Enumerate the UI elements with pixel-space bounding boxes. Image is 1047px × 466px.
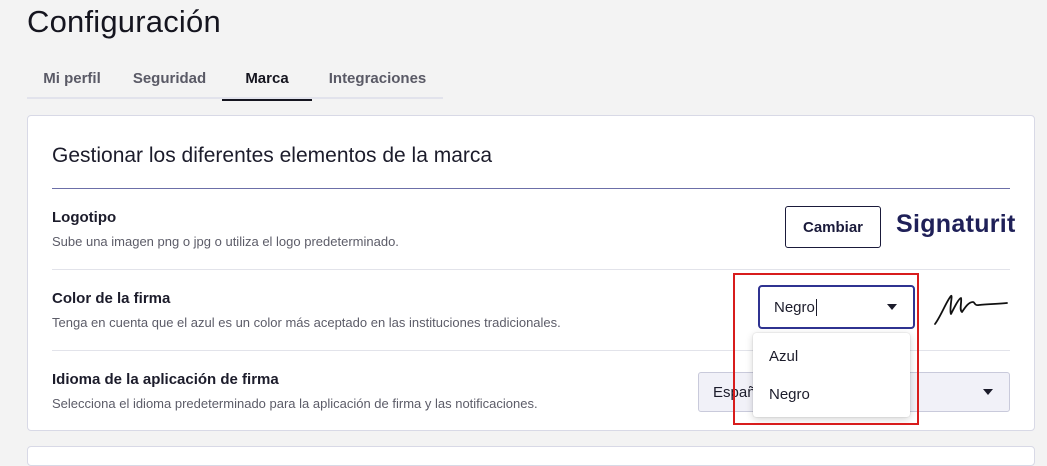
dropdown-option-azul[interactable]: Azul bbox=[753, 337, 910, 375]
caret-down-icon bbox=[983, 389, 993, 395]
signature-color-dropdown: Azul Negro bbox=[753, 333, 910, 417]
title-divider bbox=[52, 188, 1010, 189]
section-title: Gestionar los diferentes elementos de la… bbox=[52, 144, 493, 167]
language-select-value: Españ bbox=[713, 383, 756, 401]
tab-bar: Mi perfil Seguridad Marca Integraciones bbox=[27, 58, 443, 101]
logo-description: Sube una imagen png o jpg o utiliza el l… bbox=[52, 234, 399, 249]
signature-color-select[interactable]: Negro bbox=[758, 285, 915, 329]
text-caret bbox=[815, 298, 817, 316]
tab-marca[interactable]: Marca bbox=[222, 58, 312, 101]
signature-color-label: Color de la firma bbox=[52, 290, 171, 307]
dropdown-option-negro[interactable]: Negro bbox=[753, 375, 910, 413]
change-logo-button[interactable]: Cambiar bbox=[785, 206, 881, 248]
tab-mi-perfil[interactable]: Mi perfil bbox=[27, 58, 117, 99]
tab-integraciones[interactable]: Integraciones bbox=[312, 58, 443, 99]
caret-down-icon bbox=[887, 304, 897, 310]
row-divider bbox=[52, 269, 1010, 270]
signature-color-description: Tenga en cuenta que el azul es un color … bbox=[52, 315, 561, 330]
language-description: Selecciona el idioma predeterminado para… bbox=[52, 396, 538, 411]
next-card bbox=[27, 446, 1035, 466]
signature-color-value: Negro bbox=[774, 298, 815, 316]
brand-logo: Signaturit bbox=[896, 210, 1016, 238]
signature-icon bbox=[934, 295, 1008, 325]
page-title: Configuración bbox=[27, 4, 221, 39]
tab-seguridad[interactable]: Seguridad bbox=[117, 58, 222, 99]
language-label: Idioma de la aplicación de firma bbox=[52, 371, 279, 388]
logo-label: Logotipo bbox=[52, 209, 117, 226]
